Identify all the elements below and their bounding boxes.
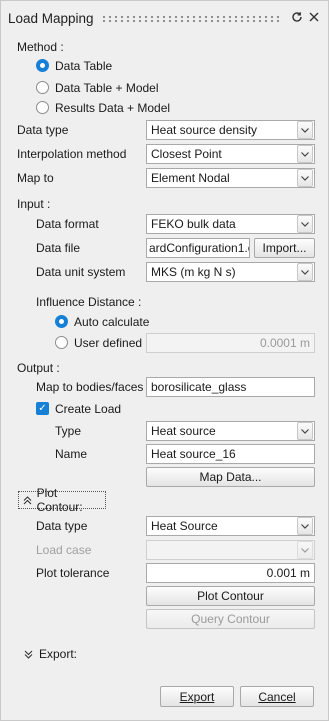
plot-data-type-value: Heat Source bbox=[151, 519, 218, 533]
output-section-label: Output : bbox=[17, 361, 60, 375]
load-case-label: Load case bbox=[36, 543, 92, 557]
plot-tolerance-label: Plot tolerance bbox=[36, 566, 110, 580]
radio-user-defined[interactable] bbox=[55, 336, 68, 349]
data-format-dropdown[interactable]: FEKO bulk data bbox=[146, 214, 315, 234]
chevron-down-icon[interactable] bbox=[297, 541, 313, 559]
map-data-button[interactable]: Map Data... bbox=[146, 467, 315, 487]
influence-distance-value: 0.0001 m bbox=[259, 336, 310, 350]
chevron-down-icon[interactable] bbox=[297, 145, 313, 163]
radio-auto-calculate-label[interactable]: Auto calculate bbox=[74, 315, 149, 329]
load-mapping-panel: Load Mapping Method : Data Table Data Ta… bbox=[0, 0, 329, 721]
radio-data-table-model[interactable] bbox=[36, 81, 49, 94]
radio-results-data-model-label[interactable]: Results Data + Model bbox=[55, 101, 170, 115]
method-label: Method : bbox=[17, 40, 64, 54]
data-file-input[interactable]: ardConfiguration1.epl bbox=[146, 238, 250, 258]
chevron-down-double-icon bbox=[21, 650, 35, 659]
cancel-button[interactable]: Cancel bbox=[240, 686, 314, 707]
radio-results-data-model[interactable] bbox=[36, 101, 49, 114]
radio-data-table[interactable] bbox=[36, 59, 49, 72]
type-label: Type bbox=[55, 424, 82, 438]
export-section-label: Export: bbox=[39, 647, 78, 661]
create-load-checkbox[interactable]: ✓ bbox=[36, 402, 49, 415]
query-contour-button[interactable]: Query Contour bbox=[146, 609, 315, 629]
data-type-value: Heat source density bbox=[151, 123, 258, 137]
cancel-button-label: Cancel bbox=[258, 689, 296, 704]
name-label: Name bbox=[55, 447, 88, 461]
data-unit-system-dropdown[interactable]: MKS (m kg N s) bbox=[146, 262, 315, 282]
plot-tolerance-value: 0.001 m bbox=[266, 566, 310, 580]
import-button[interactable]: Import... bbox=[254, 238, 315, 258]
data-unit-system-value: MKS (m kg N s) bbox=[151, 265, 236, 279]
data-format-label: Data format bbox=[36, 217, 99, 231]
radio-user-defined-label[interactable]: User defined bbox=[74, 336, 142, 350]
chevron-down-icon[interactable] bbox=[297, 169, 313, 187]
data-format-value: FEKO bulk data bbox=[151, 217, 236, 231]
export-button-label: Export bbox=[179, 689, 215, 704]
create-load-label[interactable]: Create Load bbox=[55, 402, 121, 416]
influence-distance-input[interactable]: 0.0001 m bbox=[146, 333, 315, 353]
export-button[interactable]: Export bbox=[160, 686, 234, 707]
map-to-dropdown[interactable]: Element Nodal bbox=[146, 168, 315, 188]
interpolation-label: Interpolation method bbox=[17, 147, 127, 161]
radio-data-table-model-label[interactable]: Data Table + Model bbox=[55, 81, 159, 95]
radio-auto-calculate[interactable] bbox=[55, 315, 68, 328]
chevron-up-icon bbox=[19, 495, 37, 505]
interpolation-value: Closest Point bbox=[151, 147, 222, 161]
name-input[interactable]: Heat source_16 bbox=[146, 444, 315, 464]
radio-data-table-label[interactable]: Data Table bbox=[55, 59, 112, 73]
plot-data-type-dropdown[interactable]: Heat Source bbox=[146, 516, 315, 536]
type-value: Heat source bbox=[151, 424, 216, 438]
type-dropdown[interactable]: Heat source bbox=[146, 421, 315, 441]
chevron-down-icon[interactable] bbox=[297, 422, 313, 440]
data-type-dropdown[interactable]: Heat source density bbox=[146, 120, 315, 140]
map-to-value: Element Nodal bbox=[151, 171, 230, 185]
refresh-icon[interactable] bbox=[290, 10, 304, 24]
map-bodies-value: borosilicate_glass bbox=[151, 380, 247, 394]
map-bodies-input[interactable]: borosilicate_glass bbox=[146, 377, 315, 397]
influence-distance-label: Influence Distance : bbox=[36, 295, 142, 309]
map-bodies-label: Map to bodies/faces bbox=[36, 380, 144, 394]
close-icon[interactable] bbox=[307, 10, 321, 24]
data-type-label: Data type bbox=[17, 123, 69, 137]
load-case-dropdown[interactable] bbox=[146, 540, 315, 560]
plot-contour-label: Plot Contour: bbox=[36, 486, 83, 514]
map-to-label: Map to bbox=[17, 171, 54, 185]
data-file-value: ardConfiguration1.epl bbox=[149, 241, 249, 255]
interpolation-dropdown[interactable]: Closest Point bbox=[146, 144, 315, 164]
name-value: Heat source_16 bbox=[151, 447, 236, 461]
plot-data-type-label: Data type bbox=[36, 519, 88, 533]
input-section-label: Input : bbox=[17, 197, 51, 211]
chevron-down-icon[interactable] bbox=[297, 517, 313, 535]
plot-contour-toggle[interactable]: Plot Contour: bbox=[18, 486, 106, 514]
chevron-down-icon[interactable] bbox=[297, 263, 313, 281]
data-file-label: Data file bbox=[36, 241, 81, 255]
plot-tolerance-input[interactable]: 0.001 m bbox=[146, 563, 315, 583]
plot-contour-button[interactable]: Plot Contour bbox=[146, 586, 315, 606]
data-unit-system-label: Data unit system bbox=[36, 265, 126, 279]
drag-handle[interactable] bbox=[101, 15, 279, 22]
panel-title: Load Mapping bbox=[8, 11, 94, 26]
chevron-down-icon[interactable] bbox=[297, 215, 313, 233]
export-section-toggle[interactable]: Export: bbox=[21, 647, 77, 661]
chevron-down-icon[interactable] bbox=[297, 121, 313, 139]
